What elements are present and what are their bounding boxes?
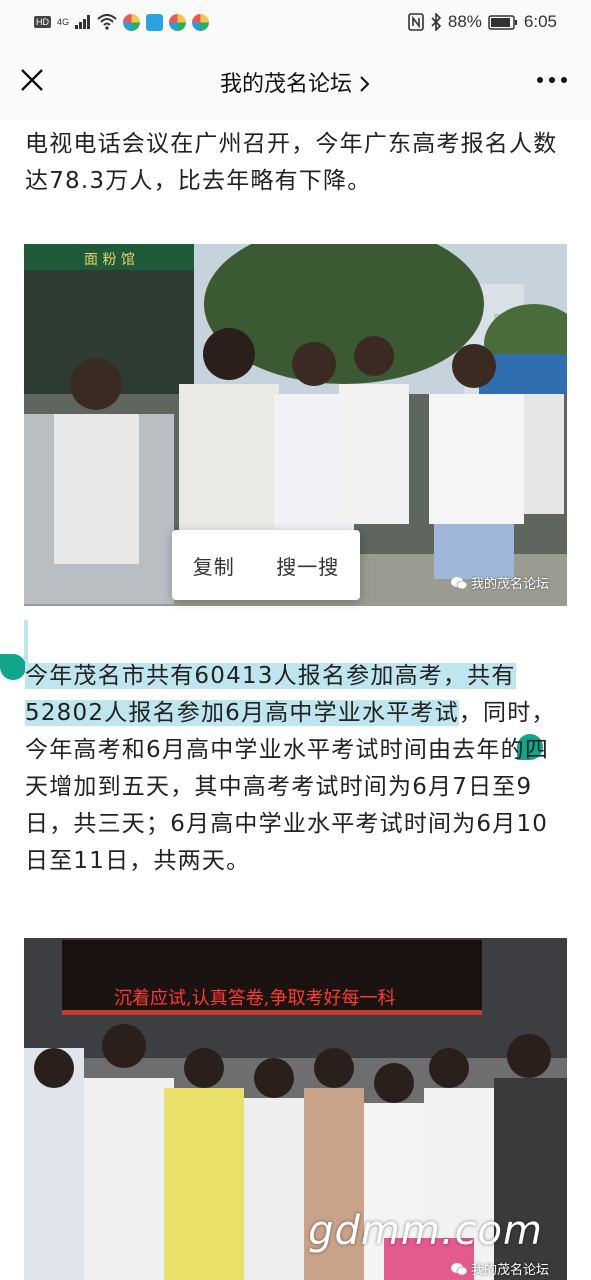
- battery-percent: 88%: [447, 12, 482, 31]
- article-paragraph-1: 电视电话会议在广州召开，今年广东高考报名人数达78.3万人，比去年略有下降。: [25, 131, 558, 194]
- app-notification-icon: [192, 13, 210, 31]
- wechat-icon: [450, 576, 467, 589]
- paragraph-text: ，同时，今年高考和6月高中学业水平考试时间由去年的四天增加到五天，其中高考考试时…: [25, 700, 556, 874]
- app-notification-icon: [169, 13, 187, 31]
- nfc-icon: [408, 13, 424, 31]
- network-label: 4G: [57, 17, 70, 27]
- wifi-icon: [97, 14, 117, 30]
- more-options-icon[interactable]: [535, 68, 569, 92]
- site-watermark: gdmm.com: [308, 1208, 543, 1254]
- watermark-text: 我的茂名论坛: [470, 1263, 549, 1278]
- article-photo-2[interactable]: 沉着应试,认真答卷,争取考好每一科 gdmm.com 我的茂名论坛: [24, 938, 567, 1280]
- watermark: 我的茂名论坛: [450, 573, 549, 592]
- clock: 6:05: [523, 12, 557, 31]
- text-selection-menu: 复制 搜一搜: [172, 530, 360, 600]
- article-paragraph-2: 今年茂名市共有60413人报名参加高考，共有52802人报名参加6月高中学业水平…: [25, 658, 570, 880]
- watermark-text: 我的茂名论坛: [470, 577, 549, 592]
- account-title[interactable]: 我的茂名论坛: [0, 66, 591, 98]
- watermark: 我的茂名论坛: [450, 1259, 549, 1278]
- status-left: HD 4G: [34, 12, 210, 32]
- account-name: 我的茂名论坛: [219, 72, 352, 97]
- led-banner-text: 沉着应试,认真答卷,争取考好每一科: [114, 988, 395, 1009]
- selected-text[interactable]: 今年茂名市共有60413人报名参加高考，共有52802人报名参加6月高中学业水平…: [25, 663, 516, 726]
- hd-badge: HD: [34, 16, 51, 28]
- app-notification-icon: [123, 13, 141, 31]
- bluetooth-icon: [431, 13, 442, 31]
- selection-start-handle[interactable]: [0, 654, 26, 680]
- wechat-icon: [450, 1262, 467, 1275]
- chevron-right-icon: [360, 76, 370, 92]
- search-button[interactable]: 搜一搜: [276, 551, 339, 580]
- shop-sign-text: 面 粉 馆: [84, 252, 135, 268]
- telegram-icon: [146, 13, 164, 31]
- signal-icon: [75, 15, 91, 29]
- copy-button[interactable]: 复制: [193, 551, 235, 580]
- battery-icon: [488, 14, 517, 30]
- nav-bar: 我的茂名论坛: [0, 44, 591, 120]
- status-right: 88% 6:05: [408, 10, 557, 34]
- status-bar: HD 4G 88% 6:05: [0, 0, 591, 44]
